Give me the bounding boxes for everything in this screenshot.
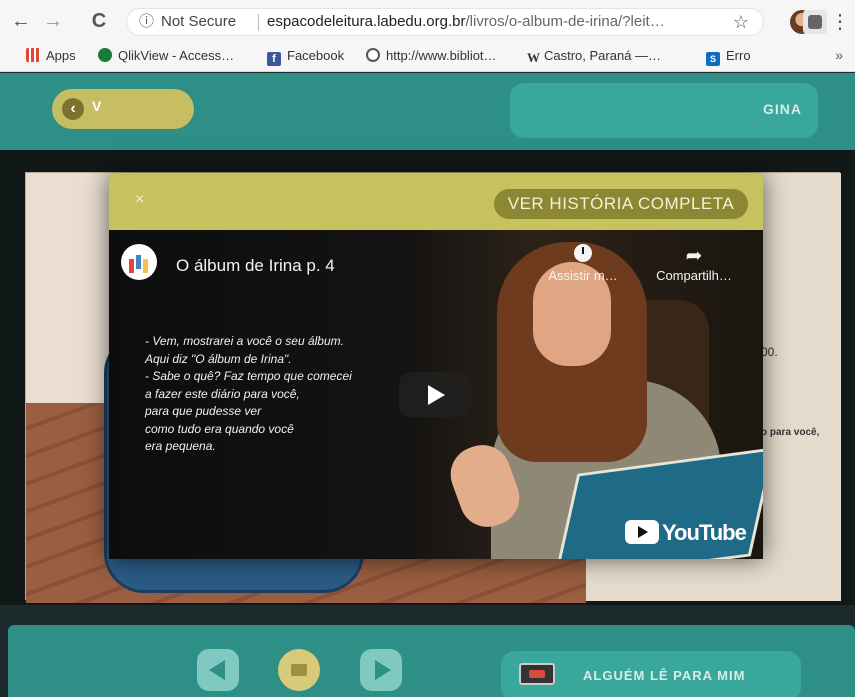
qlikview-icon [98,48,112,62]
forward-arrow-icon[interactable]: → [40,8,66,34]
read-for-me-button[interactable]: ALGUÉM LÊ PARA MIM [501,651,801,697]
read-for-me-label: ALGUÉM LÊ PARA MIM [583,668,746,683]
wikipedia-icon: W [527,50,540,65]
menu-icon[interactable]: ⋮ [828,10,852,34]
bookmark-qlikview[interactable]: QlikView - Access… [98,47,234,65]
back-button-label: V [92,98,102,114]
share-button[interactable]: ➦ Compartilh… [644,244,744,283]
back-arrow-icon[interactable]: ← [8,8,34,34]
page-button-label: GINA [763,101,802,117]
info-icon[interactable]: ⓘ [139,9,154,35]
book-text-fragment: 00. [761,345,778,359]
youtube-play-icon [625,520,659,544]
bookmark-label: Castro, Paraná —… [544,48,662,63]
security-label: Not Secure [161,13,237,30]
video-subtitles: - Vem, mostrarei a você o seu álbum. Aqu… [145,333,352,456]
reader-footer: ALGUÉM LÊ PARA MIM [0,605,855,697]
share-label: Compartilh… [656,268,732,283]
video-modal: × VER HISTÓRIA COMPLETA O álbum de Irina… [109,173,763,559]
subtitle-line: - Sabe o quê? Faz tempo que comecei [145,369,352,383]
video-title[interactable]: O álbum de Irina p. 4 [176,256,335,276]
subtitle-line: Aqui diz "O álbum de Irina". [145,351,292,366]
bookmark-biblioteca[interactable]: http://www.bibliot… [366,47,497,65]
globe-icon [366,48,380,62]
bookmark-label: QlikView - Access… [118,48,235,63]
bookmark-facebook[interactable]: f Facebook [267,47,345,66]
facebook-icon: f [267,52,281,66]
subtitle-line: - Vem, mostrarei a você o seu álbum. [145,334,344,348]
reader-header: ‹ V GINA [0,73,855,150]
close-icon[interactable]: × [135,191,144,209]
clock-icon [574,244,592,262]
back-button[interactable]: ‹ V [52,89,194,129]
bookmark-apps[interactable]: Apps [26,47,76,65]
youtube-wordmark: YouTube [662,520,747,545]
apps-icon [26,48,40,62]
bookmark-label: http://www.bibliot… [386,48,497,63]
sharepoint-icon: S [706,52,720,66]
next-page-button[interactable] [360,649,402,691]
subtitle-line: como tudo era quando você [145,421,294,436]
reader-page: ‹ V GINA 00. o para você, ALGUÉM LÊ PARA… [0,73,855,697]
cassette-icon [519,663,555,685]
bookmark-castro-parana[interactable]: W Castro, Paraná —… [527,47,661,65]
youtube-logo[interactable]: YouTube [625,518,747,548]
bookmarks-overflow-icon[interactable]: » [835,47,843,63]
subtitle-line: a fazer este diário para você, [145,386,300,401]
bookmark-label: Erro [726,48,751,63]
separator [258,14,259,31]
previous-page-button[interactable] [197,649,239,691]
reload-icon[interactable]: C [86,8,112,34]
share-icon: ➦ [685,245,703,267]
url-text[interactable]: espacodeleitura.labedu.org.br/livros/o-a… [267,9,717,35]
url-domain: espacodeleitura.labedu.org.br [267,13,466,30]
navigation-row: ← → C ⓘ Not Secure espacodeleitura.labed… [0,6,855,38]
modal-header: × VER HISTÓRIA COMPLETA [109,173,763,230]
watch-later-button[interactable]: Assistir m… [543,244,623,283]
subtitle-line: para que pudesse ver [145,404,262,418]
play-button[interactable] [399,372,471,417]
bookmark-label: Apps [46,48,76,63]
bookmark-star-icon[interactable]: ☆ [733,9,749,35]
book-text-fragment: o para você, [761,427,820,438]
extension-icon[interactable] [803,10,827,34]
url-path: /livros/o-album-de-irina/?leit… [465,13,665,30]
page-button[interactable]: GINA [510,83,818,138]
bookmarks-bar: Apps QlikView - Access… f Facebook http:/… [0,42,855,70]
bookmark-erro[interactable]: S Erro [706,47,751,66]
watch-later-label: Assistir m… [548,268,618,283]
full-story-button[interactable]: VER HISTÓRIA COMPLETA [494,189,748,219]
subtitle-line: era pequena. [145,439,216,453]
channel-logo[interactable] [121,244,157,280]
bookmark-label: Facebook [287,48,345,63]
youtube-player[interactable]: O álbum de Irina p. 4 Assistir m… ➦ Comp… [109,230,763,559]
browser-toolbar: ← → C ⓘ Not Secure espacodeleitura.labed… [0,0,855,72]
pages-button[interactable] [278,649,320,691]
address-bar[interactable]: ⓘ Not Secure espacodeleitura.labedu.org.… [126,8,764,36]
chevron-left-icon: ‹ [62,98,84,120]
